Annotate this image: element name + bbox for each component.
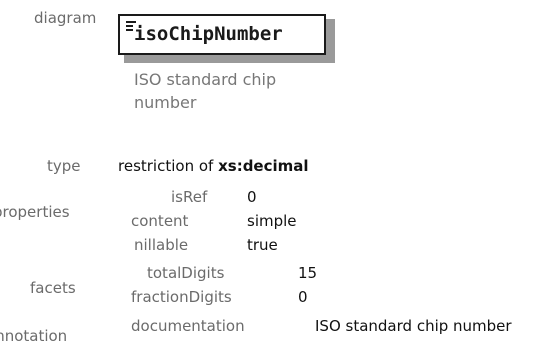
property-key-nillable: nillable [134, 236, 189, 254]
property-key-isref: isRef [171, 188, 208, 206]
annotation-value-documentation: ISO standard chip number [315, 317, 512, 335]
property-value-nillable: true [247, 236, 278, 254]
annotation-label: annotation [0, 327, 68, 345]
element-name: isoChipNumber [134, 23, 283, 45]
type-prefix: restriction of [118, 157, 214, 175]
annotation-key-documentation: documentation [131, 317, 245, 335]
diagram-label: diagram [34, 9, 97, 27]
type-value: restriction of xs:decimal [118, 157, 309, 175]
facet-value-totaldigits: 15 [298, 264, 318, 282]
facet-value-fractiondigits: 0 [298, 288, 308, 306]
property-value-content: simple [247, 212, 297, 230]
property-value-isref: 0 [247, 188, 257, 206]
facet-key-totaldigits: totalDigits [147, 264, 225, 282]
element-annotation: ISO standard chip number [134, 70, 277, 112]
type-base[interactable]: xs:decimal [218, 157, 308, 175]
facets-label: facets [30, 279, 76, 297]
properties-label: properties [0, 203, 70, 221]
type-label: type [47, 157, 81, 175]
property-key-content: content [131, 212, 189, 230]
facet-key-fractiondigits: fractionDigits [131, 288, 232, 306]
element-box[interactable]: isoChipNumber [118, 14, 326, 55]
